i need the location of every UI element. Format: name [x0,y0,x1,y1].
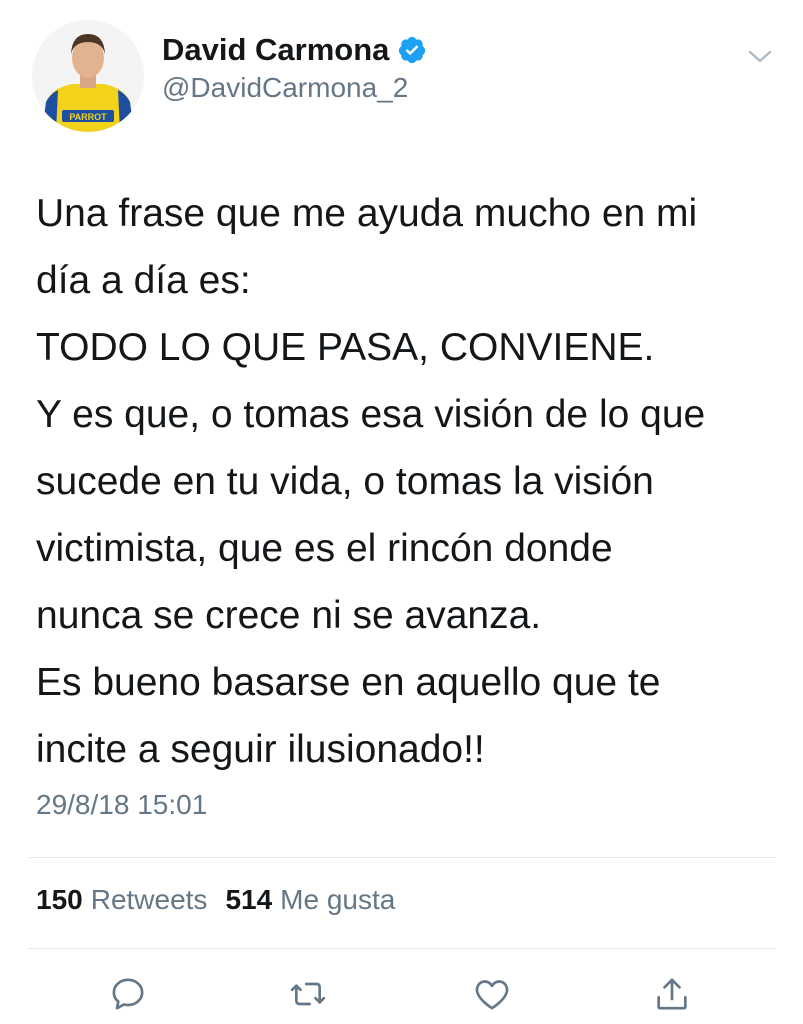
tweet-text-line: Es bueno basarse en aquello que te [36,661,661,704]
tweet-card: PARROT David Carmona @DavidCarmona_2 Una… [0,0,803,1024]
avatar-jersey-text: PARROT [69,112,107,122]
likes-label: Me gusta [280,884,396,915]
tweet-text-line: Y es que, o tomas esa visión de lo que [36,393,706,436]
verified-badge-icon [397,35,427,65]
likes-count: 514 [225,884,273,915]
divider [28,857,776,858]
tweet-text-line: incite a seguir ilusionado!! [36,728,485,771]
reply-button[interactable] [106,972,150,1016]
like-button[interactable] [470,972,514,1016]
author-handle[interactable]: @DavidCarmona_2 [162,72,408,104]
tweet-timestamp[interactable]: 29/8/18 15:01 [36,789,207,821]
retweets-count: 150 [36,884,83,915]
retweet-button[interactable] [286,972,330,1016]
author-name-row[interactable]: David Carmona [162,30,427,70]
avatar-photo: PARROT [32,20,144,132]
tweet-text-line: día a día es: [36,259,251,302]
heart-icon [475,980,509,1010]
tweet-text-line: TODO LO QUE PASA, CONVIENE. [36,326,655,369]
avatar[interactable]: PARROT [32,20,144,132]
tweet-actions [0,972,803,1020]
tweet-text: Una frase que me ayuda mucho en mi día a… [36,180,776,783]
tweet-text-line: nunca se crece ni se avanza. [36,594,542,637]
display-name[interactable]: David Carmona [162,32,389,68]
retweets-label: Retweets [90,884,208,915]
retweet-icon [290,982,326,1006]
tweet-stats: 150 Retweets 514 Me gusta [36,884,395,916]
likes-stat[interactable]: 514 Me gusta [225,884,395,916]
retweets-stat[interactable]: 150 Retweets [36,884,207,916]
reply-icon [112,978,144,1010]
tweet-text-line: sucede en tu vida, o tomas la visión [36,460,654,503]
chevron-down-icon[interactable] [744,44,776,68]
tweet-text-line: victimista, que es el rincón donde [36,527,613,570]
share-icon [657,978,687,1010]
tweet-text-line: Una frase que me ayuda mucho en mi [36,192,698,235]
divider [28,948,776,949]
share-button[interactable] [650,972,694,1016]
